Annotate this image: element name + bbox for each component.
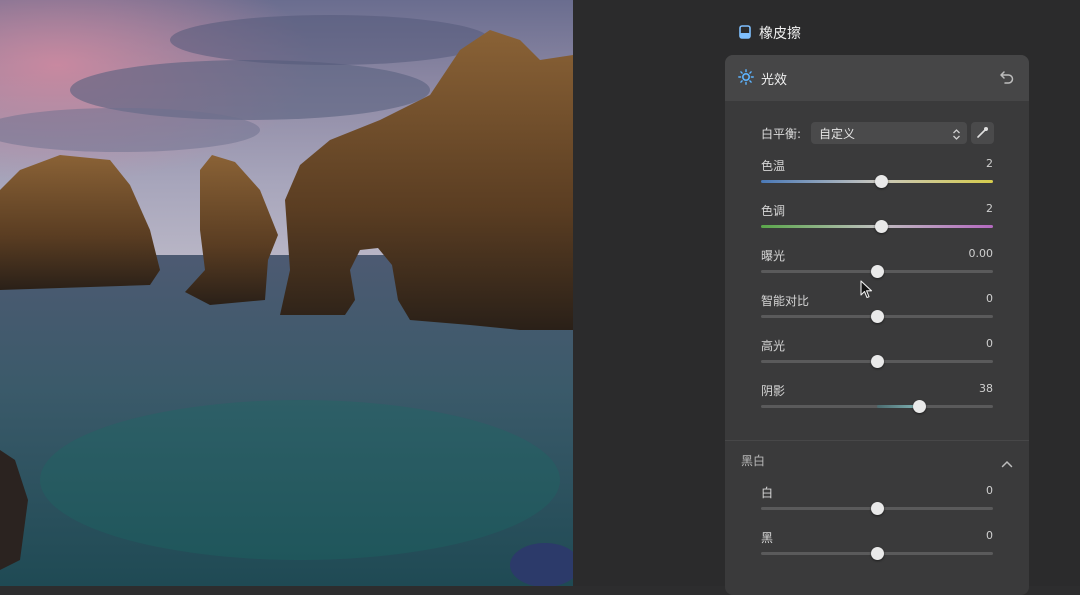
slider-value: 2 [986, 202, 993, 215]
slider-label: 黑 [761, 531, 774, 545]
slider-value: 0 [986, 529, 993, 542]
white-balance-value: 自定义 [819, 127, 856, 141]
divider [725, 440, 1029, 441]
slider-thumb[interactable] [871, 547, 884, 560]
chevron-up-icon[interactable] [1001, 453, 1013, 472]
slider-highlights: 高光 0 [761, 337, 993, 377]
slider-label: 阴影 [761, 384, 786, 398]
slider-label: 智能对比 [761, 294, 810, 308]
light-panel-title: 光效 [761, 73, 788, 88]
eyedropper-icon [977, 127, 988, 138]
slider-exposure: 曝光 0.00 [761, 247, 993, 287]
eraser-label: 橡皮擦 [759, 26, 801, 42]
white-balance-label: 白平衡: [761, 127, 802, 141]
slider-temperature: 色温 2 [761, 157, 993, 197]
slider-thumb[interactable] [875, 220, 888, 233]
slider-blacks: 黑 0 [761, 529, 993, 569]
white-balance-select[interactable]: 自定义 [811, 122, 967, 144]
slider-shadows: 阴影 38 [761, 382, 993, 422]
slider-thumb[interactable] [871, 355, 884, 368]
eraser-tool[interactable]: 橡皮擦 [739, 22, 801, 44]
slider-value: 38 [979, 382, 993, 395]
chevron-updown-icon [952, 126, 961, 145]
mouse-pointer-icon [860, 280, 874, 304]
slider-label: 色调 [761, 204, 786, 218]
light-panel-header[interactable]: 光效 [725, 55, 1029, 101]
bw-section-title: 黑白 [741, 454, 766, 468]
slider-label: 曝光 [761, 249, 786, 263]
sun-icon [738, 69, 754, 89]
eraser-icon [739, 24, 751, 43]
slider-value: 0.00 [968, 247, 994, 260]
slider-value: 2 [986, 157, 993, 170]
slider-value: 0 [986, 337, 993, 350]
slider-thumb[interactable] [875, 175, 888, 188]
slider-thumb[interactable] [871, 265, 884, 278]
adjustment-sidebar: 橡皮擦 光效 白平衡: 自定义 色温 2 色调 2 曝光 0.00 智能对比 0… [573, 0, 1080, 595]
slider-smart-contrast: 智能对比 0 [761, 292, 993, 332]
slider-value: 0 [986, 484, 993, 497]
slider-label: 色温 [761, 159, 786, 173]
slider-thumb[interactable] [871, 502, 884, 515]
slider-tint: 色调 2 [761, 202, 993, 242]
slider-whites: 白 0 [761, 484, 993, 524]
slider-thumb[interactable] [913, 400, 926, 413]
photo-canvas[interactable] [0, 0, 573, 586]
slider-label: 高光 [761, 339, 786, 353]
seascape-image [0, 0, 573, 586]
undo-icon[interactable] [999, 69, 1015, 89]
white-balance-row: 白平衡: 自定义 [761, 122, 994, 144]
slider-value: 0 [986, 292, 993, 305]
slider-label: 白 [761, 486, 774, 500]
eyedropper-button[interactable] [971, 122, 994, 144]
slider-thumb[interactable] [871, 310, 884, 323]
light-panel: 光效 白平衡: 自定义 色温 2 色调 2 曝光 0.00 智能对比 0 高光 … [725, 55, 1029, 595]
